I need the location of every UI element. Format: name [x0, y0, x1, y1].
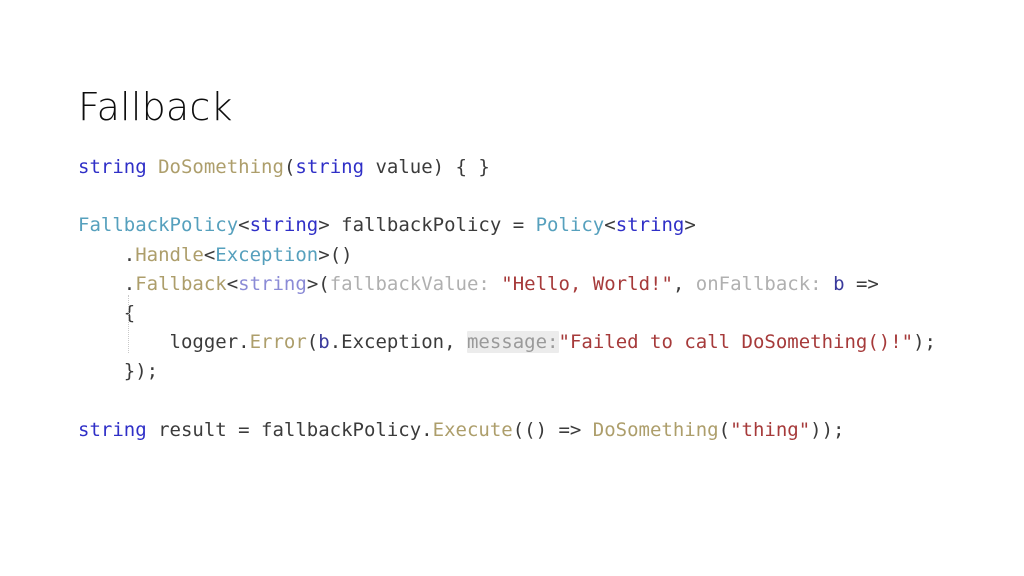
- code-block: string DoSomething(string value) { } Fal…: [78, 153, 936, 445]
- code-token-string-literal: "thing": [730, 418, 811, 441]
- code-token-keyword: string: [78, 418, 147, 441]
- code-token-method: DoSomething: [158, 156, 284, 178]
- code-token-variable: b: [318, 331, 330, 354]
- code-line: string DoSomething(string value) { }: [78, 153, 936, 182]
- code-line: .Handle<Exception>(): [78, 241, 936, 270]
- code-token-plain: (: [283, 156, 296, 178]
- slide-canvas: Fallback string DoSomething(string value…: [0, 0, 1024, 576]
- code-token-plain: <: [226, 272, 239, 295]
- code-token-keyword: string: [78, 156, 147, 178]
- code-token-plain: });: [78, 360, 159, 383]
- code-token-plain: result = fallbackPolicy.: [146, 418, 433, 441]
- code-token-plain: ,: [672, 272, 696, 295]
- code-token-method: Handle: [135, 243, 204, 266]
- code-token-method: Error: [249, 331, 307, 354]
- code-line: FallbackPolicy<string> fallbackPolicy = …: [78, 211, 936, 240]
- code-token-plain: > fallbackPolicy =: [318, 214, 536, 237]
- code-token-method: Fallback: [135, 272, 227, 295]
- code-line: string result = fallbackPolicy.Execute((…: [78, 416, 936, 445]
- code-token-type: Exception: [215, 243, 319, 266]
- code-token-plain: >(): [318, 243, 353, 266]
- code-token-plain: (: [718, 418, 731, 441]
- code-token-plain: {: [78, 301, 136, 324]
- code-token-keyword: string: [615, 214, 685, 237]
- code-token-plain: .Exception,: [329, 331, 467, 354]
- code-line: logger.Error(b.Exception, message:"Faile…: [78, 328, 936, 357]
- code-token-param-hint: fallbackValue:: [329, 272, 502, 295]
- code-token-plain: <: [604, 214, 616, 237]
- code-token-plain: >(: [306, 272, 330, 295]
- code-token-plain: );: [913, 331, 936, 354]
- code-token-plain: (() =>: [512, 418, 593, 441]
- code-token-variable: b: [833, 272, 845, 295]
- code-token-plain: value) { }: [364, 156, 490, 178]
- code-token-plain: ));: [810, 418, 845, 441]
- code-token-method: Execute: [432, 418, 513, 441]
- code-token-plain: logger.: [78, 331, 250, 354]
- code-token-plain: >: [684, 214, 696, 237]
- code-line: {: [78, 294, 936, 353]
- code-token-keyword-soft: string: [238, 272, 307, 295]
- code-token-plain: =>: [844, 272, 879, 295]
- code-token-keyword: string: [295, 156, 365, 178]
- code-token-keyword: string: [249, 214, 319, 237]
- code-token-plain: .: [78, 272, 136, 295]
- code-line: .Fallback<string>(fallbackValue: "Hello,…: [78, 270, 936, 299]
- page-title: Fallback: [78, 85, 233, 130]
- code-token-type: FallbackPolicy: [78, 214, 239, 237]
- code-token-plain: <: [238, 214, 250, 237]
- code-token-string-literal: "Hello, World!": [501, 272, 673, 295]
- code-token-plain: (: [306, 331, 319, 354]
- code-token-method: DoSomething: [592, 418, 719, 441]
- code-token-plain: <: [203, 243, 216, 266]
- code-token-string-literal: "Failed to call DoSomething()!": [558, 331, 914, 354]
- code-line: });: [78, 357, 936, 386]
- code-token-param-hint-boxed: message:: [466, 331, 559, 354]
- code-token-type: Policy: [535, 214, 605, 237]
- code-token-param-hint: onFallback:: [695, 272, 834, 295]
- code-token-plain: .: [78, 243, 136, 266]
